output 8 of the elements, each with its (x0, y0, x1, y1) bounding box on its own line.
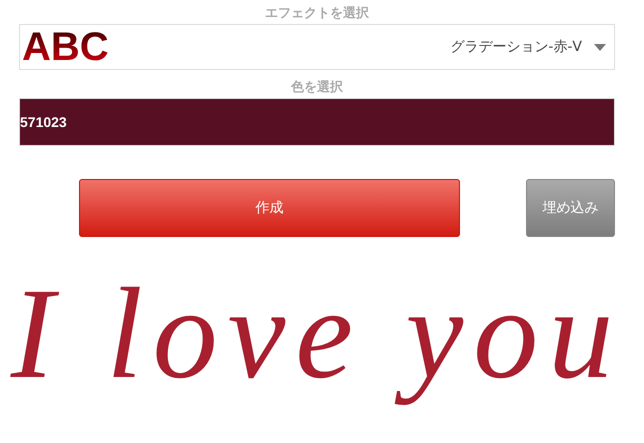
field-label: エフェクトを選択 (265, 5, 369, 23)
field-label: 色を選択 (291, 79, 343, 97)
color-field[interactable]: 571023 (19, 98, 615, 146)
preview-text: I love you (10, 261, 624, 408)
effect-select[interactable]: ABC グラデーション-赤-V (19, 24, 615, 70)
select-value: グラデーション-赤-V (450, 38, 582, 56)
caret-icon (594, 44, 606, 50)
create-button[interactable]: 作成 (79, 179, 460, 237)
